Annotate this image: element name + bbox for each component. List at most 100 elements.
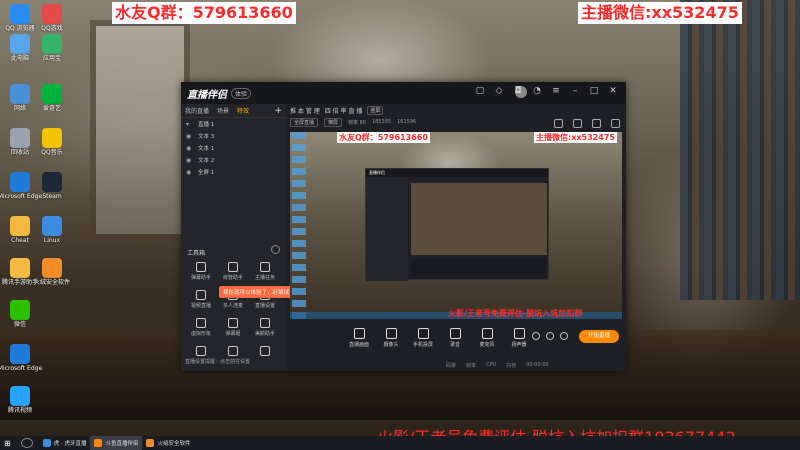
desktop-icon[interactable]: 微信: [6, 300, 34, 328]
menu-icon[interactable]: ≡: [551, 86, 561, 96]
taskbar-app-huya[interactable]: 虎 · 虎牙直播: [39, 436, 91, 450]
tool-item[interactable]: 弹幕助手: [185, 262, 217, 286]
gear-icon[interactable]: [560, 332, 568, 340]
tool-item[interactable]: 弹幕姬: [217, 318, 249, 342]
eye-icon[interactable]: ◉: [186, 169, 192, 176]
scene-title[interactable]: ▾ 直播 1: [181, 118, 286, 130]
close-icon[interactable]: ✕: [608, 86, 618, 96]
app-store-icon: [42, 34, 62, 54]
desktop-icon[interactable]: QQ游戏: [38, 4, 66, 32]
orientation-chip[interactable]: 横屏: [324, 117, 343, 127]
desktop-icon[interactable]: QQ音乐: [38, 128, 66, 156]
desktop-icon[interactable]: 网络: [6, 84, 34, 112]
source-item[interactable]: ◉ 全屏 1: [181, 166, 286, 178]
camera-icon[interactable]: ▢: [475, 86, 485, 96]
desktop-icon-label: 腾讯视频: [7, 407, 32, 414]
nested-title: 直播伴侣: [366, 169, 548, 177]
maximize-icon[interactable]: □: [589, 86, 599, 96]
start-live-button[interactable]: 开始直播: [579, 330, 619, 343]
tool-item[interactable]: 视频直播: [185, 290, 217, 314]
source-item[interactable]: ◉ 文本 1: [181, 142, 286, 154]
tool-item[interactable]: 美颜助手: [249, 318, 281, 342]
game-icon: [42, 4, 62, 24]
settings-reminder[interactable]: 直播设置提醒：点击前往设置: [185, 358, 250, 365]
speaker-button[interactable]: 扬声器: [504, 328, 534, 348]
tab-stream-manage[interactable]: 推 本 管 理: [290, 106, 320, 115]
qq-group-overlay: 水友Q群：579613660: [112, 2, 296, 24]
desktop-icon[interactable]: Linux: [38, 216, 66, 244]
desktop-icon[interactable]: Microsoft Edge: [0, 172, 42, 200]
desktop-icon[interactable]: Steam: [38, 172, 66, 200]
app-logo: 直播伴侣: [187, 89, 227, 101]
desktop-icon[interactable]: 应用宝: [38, 34, 66, 62]
nested-preview: [411, 183, 547, 255]
folder-icon: [10, 216, 30, 236]
tool-item[interactable]: [249, 346, 281, 370]
memory-stat: 内存: [506, 362, 517, 369]
lock-icon[interactable]: ◘: [513, 86, 523, 96]
nested-controls: [411, 259, 547, 277]
desktop-icon[interactable]: 此电脑: [6, 34, 34, 62]
tool-label: 多人连麦: [222, 303, 243, 309]
tool-item[interactable]: 主播任务: [249, 262, 281, 286]
tab-vertical[interactable]: 竖屏: [367, 105, 384, 115]
taskbar-app-huorong[interactable]: 火绒安全软件: [142, 436, 194, 450]
wallpaper-window: [90, 20, 190, 240]
tab-effects[interactable]: 特效: [233, 106, 253, 115]
desktop-icon[interactable]: QQ 浏览器: [5, 4, 35, 32]
speaker-icon: [513, 328, 525, 339]
camera-button[interactable]: 摄像头: [376, 328, 406, 348]
source-item[interactable]: ◉ 文本 2: [181, 154, 286, 166]
start-button[interactable]: ⊞: [0, 436, 15, 450]
live-timer: 00:00:00: [526, 362, 549, 368]
desktop-icon[interactable]: Microsoft Edge: [0, 344, 42, 372]
tool-label: 视频直播: [190, 303, 211, 309]
phone-cast-button[interactable]: 手机投屏: [408, 328, 438, 348]
tool-item[interactable]: 虚拟形象: [185, 318, 217, 342]
taskbar-app-douyu[interactable]: 斗鱼直播伴侣: [90, 436, 143, 450]
bitrate-stat: 码率: [446, 362, 457, 369]
steam-icon: [42, 172, 62, 192]
screenshot-icon[interactable]: [554, 119, 563, 128]
source-item[interactable]: ◉ 文本 3: [181, 130, 286, 142]
desktop-icon-label: 应用宝: [42, 55, 61, 62]
minimize-icon[interactable]: –: [570, 86, 580, 96]
fullscreen-chip[interactable]: 全屏直播: [290, 117, 319, 127]
tool-label: 弹幕姬: [225, 331, 241, 337]
share-icon[interactable]: [611, 119, 620, 128]
eye-icon[interactable]: [546, 332, 554, 340]
desktop-icon[interactable]: 回收站: [6, 128, 34, 156]
desktop-icon[interactable]: 腾讯视频: [6, 386, 34, 414]
microphone-button[interactable]: 麦克风: [472, 328, 502, 348]
eye-icon[interactable]: ◉: [186, 157, 192, 164]
tool-icon: [228, 346, 238, 356]
tools-more-button[interactable]: [271, 245, 280, 254]
live-preview[interactable]: 水友Q群：579613660 主播微信:xx532475 直播伴侣 火影/王者号…: [290, 132, 622, 319]
eye-icon[interactable]: ◉: [186, 145, 192, 152]
fps-stat: 帧率 60: [348, 119, 366, 126]
record-button[interactable]: 录音: [440, 328, 470, 348]
desktop-icon[interactable]: 火绒安全软件: [34, 258, 70, 286]
desktop-icon[interactable]: Cheat: [6, 216, 34, 244]
search-icon[interactable]: [20, 438, 33, 448]
preview-desktop-icons: [292, 132, 306, 319]
bag-icon[interactable]: ◇: [494, 86, 504, 96]
tool-item[interactable]: 房管助手: [217, 262, 249, 286]
bell-icon[interactable]: ◔: [532, 86, 542, 96]
desktop-icon-label: QQ 浏览器: [5, 25, 35, 32]
desktop-icon[interactable]: 爱奇艺: [38, 84, 66, 112]
tab-quad-rate[interactable]: 四 倍 率 直 播: [325, 106, 363, 115]
desktop-icon[interactable]: 腾讯手游助手: [2, 258, 38, 286]
screen-capture-button[interactable]: 直播画面: [344, 328, 374, 348]
video-icon[interactable]: [532, 332, 540, 340]
lock-icon[interactable]: [573, 119, 582, 128]
play-icon: [10, 386, 30, 406]
version-badge[interactable]: 体验: [231, 87, 252, 99]
tab-scene[interactable]: 场景: [213, 106, 233, 115]
bell-icon[interactable]: [592, 119, 601, 128]
desktop-icon-label: QQ游戏: [41, 25, 63, 32]
tab-my-live[interactable]: 我的直播: [181, 106, 213, 115]
add-tab-button[interactable]: +: [270, 106, 286, 116]
eye-icon[interactable]: ◉: [186, 133, 192, 140]
shield-icon: [42, 258, 62, 278]
